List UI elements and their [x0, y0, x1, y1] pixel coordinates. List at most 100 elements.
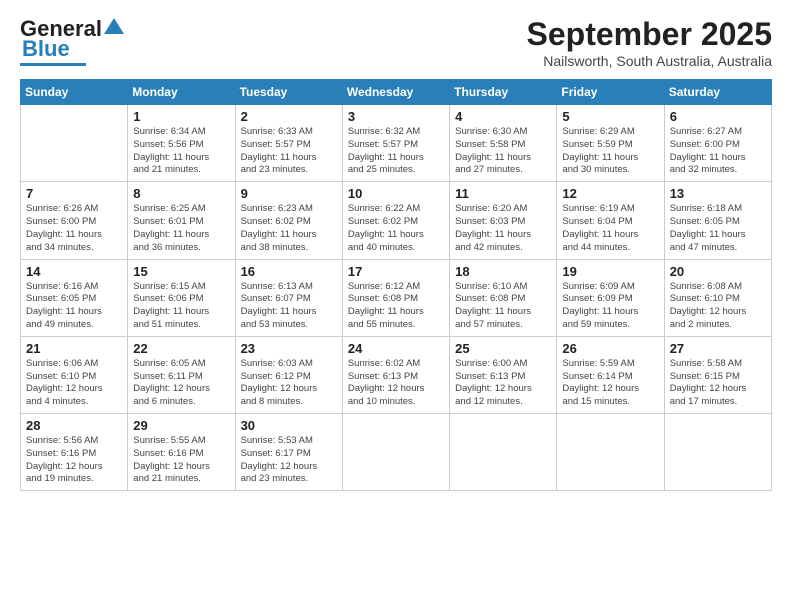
day-info: Sunrise: 6:25 AMSunset: 6:01 PMDaylight:… [133, 203, 229, 254]
calendar-cell: 9 Sunrise: 6:23 AMSunset: 6:02 PMDaylight… [235, 182, 342, 259]
day-info: Sunrise: 6:34 AMSunset: 5:56 PMDaylight:… [133, 126, 229, 177]
day-number: 25 [455, 341, 551, 356]
day-info: Sunrise: 6:05 AMSunset: 6:11 PMDaylight:… [133, 358, 229, 409]
calendar-cell: 8 Sunrise: 6:25 AMSunset: 6:01 PMDaylight… [128, 182, 235, 259]
day-info: Sunrise: 6:29 AMSunset: 5:59 PMDaylight:… [562, 126, 658, 177]
day-number: 28 [26, 418, 122, 433]
calendar-day-header: Friday [557, 80, 664, 105]
day-number: 24 [348, 341, 444, 356]
calendar-cell: 15 Sunrise: 6:15 AMSunset: 6:06 PMDayligh… [128, 259, 235, 336]
calendar-cell: 16Sunrise: 6:13 AMSunset: 6:07 PMDayligh… [235, 259, 342, 336]
day-info: Sunrise: 5:55 AMSunset: 6:16 PMDaylight:… [133, 435, 229, 486]
calendar-cell: 25 Sunrise: 6:00 AMSunset: 6:13 PMDayligh… [450, 336, 557, 413]
logo-triangle-icon [104, 16, 126, 38]
day-info: Sunrise: 6:23 AMSunset: 6:02 PMDaylight:… [241, 203, 337, 254]
calendar-cell: 5 Sunrise: 6:29 AMSunset: 5:59 PMDaylight… [557, 105, 664, 182]
day-info: Sunrise: 5:53 AMSunset: 6:17 PMDaylight:… [241, 435, 337, 486]
day-info: Sunrise: 5:56 AMSunset: 6:16 PMDaylight:… [26, 435, 122, 486]
day-info: Sunrise: 6:13 AMSunset: 6:07 PMDaylight:… [241, 281, 337, 332]
day-number: 29 [133, 418, 229, 433]
calendar-cell: 7 Sunrise: 6:26 AMSunset: 6:00 PMDaylight… [21, 182, 128, 259]
day-info: Sunrise: 6:32 AMSunset: 5:57 PMDaylight:… [348, 126, 444, 177]
day-info: Sunrise: 6:22 AMSunset: 6:02 PMDaylight:… [348, 203, 444, 254]
title-block: September 2025 Nailsworth, South Austral… [527, 16, 772, 69]
day-number: 11 [455, 186, 551, 201]
calendar-cell: 23Sunrise: 6:03 AMSunset: 6:12 PMDayligh… [235, 336, 342, 413]
day-info: Sunrise: 6:33 AMSunset: 5:57 PMDaylight:… [241, 126, 337, 177]
calendar-cell: 21 Sunrise: 6:06 AMSunset: 6:10 PMDayligh… [21, 336, 128, 413]
calendar-week-row: 14 Sunrise: 6:16 AMSunset: 6:05 PMDayligh… [21, 259, 772, 336]
day-number: 12 [562, 186, 658, 201]
day-number: 19 [562, 264, 658, 279]
calendar-cell: 30 Sunrise: 5:53 AMSunset: 6:17 PMDayligh… [235, 414, 342, 491]
day-number: 18 [455, 264, 551, 279]
calendar-week-row: 28 Sunrise: 5:56 AMSunset: 6:16 PMDayligh… [21, 414, 772, 491]
calendar-week-row: 21 Sunrise: 6:06 AMSunset: 6:10 PMDayligh… [21, 336, 772, 413]
day-info: Sunrise: 6:30 AMSunset: 5:58 PMDaylight:… [455, 126, 551, 177]
day-number: 27 [670, 341, 766, 356]
calendar-cell: 1 Sunrise: 6:34 AMSunset: 5:56 PMDaylight… [128, 105, 235, 182]
day-number: 8 [133, 186, 229, 201]
day-info: Sunrise: 6:00 AMSunset: 6:13 PMDaylight:… [455, 358, 551, 409]
calendar-cell: 12 Sunrise: 6:19 AMSunset: 6:04 PMDayligh… [557, 182, 664, 259]
calendar-cell [342, 414, 449, 491]
calendar-cell: 3 Sunrise: 6:32 AMSunset: 5:57 PMDaylight… [342, 105, 449, 182]
calendar-cell [21, 105, 128, 182]
calendar-cell: 29 Sunrise: 5:55 AMSunset: 6:16 PMDayligh… [128, 414, 235, 491]
day-number: 1 [133, 109, 229, 124]
page-header: General Blue September 2025 Nailsworth, … [20, 16, 772, 69]
calendar-cell: 13 Sunrise: 6:18 AMSunset: 6:05 PMDayligh… [664, 182, 771, 259]
calendar-week-row: 1 Sunrise: 6:34 AMSunset: 5:56 PMDaylight… [21, 105, 772, 182]
calendar-day-header: Thursday [450, 80, 557, 105]
day-number: 7 [26, 186, 122, 201]
day-number: 26 [562, 341, 658, 356]
day-info: Sunrise: 5:58 AMSunset: 6:15 PMDaylight:… [670, 358, 766, 409]
day-info: Sunrise: 6:18 AMSunset: 6:05 PMDaylight:… [670, 203, 766, 254]
day-number: 22 [133, 341, 229, 356]
day-number: 4 [455, 109, 551, 124]
day-info: Sunrise: 6:09 AMSunset: 6:09 PMDaylight:… [562, 281, 658, 332]
day-number: 3 [348, 109, 444, 124]
calendar-cell: 11 Sunrise: 6:20 AMSunset: 6:03 PMDayligh… [450, 182, 557, 259]
day-number: 5 [562, 109, 658, 124]
day-number: 15 [133, 264, 229, 279]
calendar-cell [664, 414, 771, 491]
calendar-cell: 14 Sunrise: 6:16 AMSunset: 6:05 PMDayligh… [21, 259, 128, 336]
calendar-cell: 18 Sunrise: 6:10 AMSunset: 6:08 PMDayligh… [450, 259, 557, 336]
calendar-cell: 28 Sunrise: 5:56 AMSunset: 6:16 PMDayligh… [21, 414, 128, 491]
day-info: Sunrise: 6:16 AMSunset: 6:05 PMDaylight:… [26, 281, 122, 332]
day-info: Sunrise: 6:02 AMSunset: 6:13 PMDaylight:… [348, 358, 444, 409]
calendar-subtitle: Nailsworth, South Australia, Australia [527, 53, 772, 69]
calendar-cell [557, 414, 664, 491]
day-number: 14 [26, 264, 122, 279]
day-info: Sunrise: 6:15 AMSunset: 6:06 PMDaylight:… [133, 281, 229, 332]
day-info: Sunrise: 6:12 AMSunset: 6:08 PMDaylight:… [348, 281, 444, 332]
calendar-cell: 2Sunrise: 6:33 AMSunset: 5:57 PMDaylight… [235, 105, 342, 182]
day-number: 30 [241, 418, 337, 433]
calendar-day-header: Saturday [664, 80, 771, 105]
day-number: 9 [241, 186, 337, 201]
day-number: 17 [348, 264, 444, 279]
calendar-cell: 24 Sunrise: 6:02 AMSunset: 6:13 PMDayligh… [342, 336, 449, 413]
calendar-header-row: SundayMondayTuesdayWednesdayThursdayFrid… [21, 80, 772, 105]
calendar-cell: 27 Sunrise: 5:58 AMSunset: 6:15 PMDayligh… [664, 336, 771, 413]
calendar-day-header: Sunday [21, 80, 128, 105]
calendar-cell: 26 Sunrise: 5:59 AMSunset: 6:14 PMDayligh… [557, 336, 664, 413]
day-info: Sunrise: 6:06 AMSunset: 6:10 PMDaylight:… [26, 358, 122, 409]
calendar-table: SundayMondayTuesdayWednesdayThursdayFrid… [20, 79, 772, 491]
day-info: Sunrise: 6:26 AMSunset: 6:00 PMDaylight:… [26, 203, 122, 254]
day-info: Sunrise: 6:10 AMSunset: 6:08 PMDaylight:… [455, 281, 551, 332]
calendar-cell: 17 Sunrise: 6:12 AMSunset: 6:08 PMDayligh… [342, 259, 449, 336]
day-number: 21 [26, 341, 122, 356]
day-info: Sunrise: 6:19 AMSunset: 6:04 PMDaylight:… [562, 203, 658, 254]
calendar-cell: 10 Sunrise: 6:22 AMSunset: 6:02 PMDayligh… [342, 182, 449, 259]
calendar-day-header: Monday [128, 80, 235, 105]
day-info: Sunrise: 6:08 AMSunset: 6:10 PMDaylight:… [670, 281, 766, 332]
calendar-cell: 19 Sunrise: 6:09 AMSunset: 6:09 PMDayligh… [557, 259, 664, 336]
day-number: 13 [670, 186, 766, 201]
day-info: Sunrise: 5:59 AMSunset: 6:14 PMDaylight:… [562, 358, 658, 409]
day-info: Sunrise: 6:20 AMSunset: 6:03 PMDaylight:… [455, 203, 551, 254]
day-number: 10 [348, 186, 444, 201]
calendar-cell [450, 414, 557, 491]
calendar-cell: 22 Sunrise: 6:05 AMSunset: 6:11 PMDayligh… [128, 336, 235, 413]
